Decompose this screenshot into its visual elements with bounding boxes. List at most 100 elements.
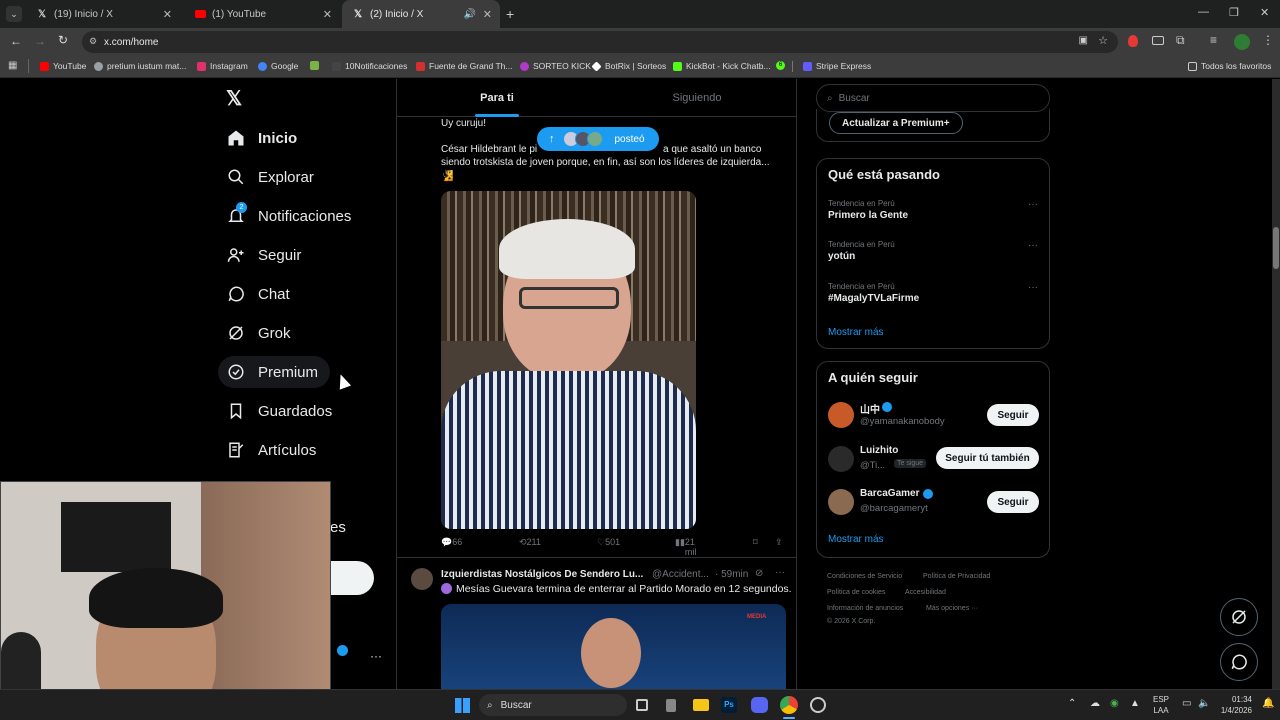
trend-item[interactable]: Tendencia en Perú Primero la Gente ··· [828, 199, 1038, 221]
bookmark-instagram[interactable]: Instagram [197, 61, 248, 71]
share-icon[interactable]: ⇪ [775, 537, 783, 548]
forward-icon[interactable]: → [34, 34, 46, 48]
taskbar-search[interactable]: ⌕ Buscar [479, 694, 627, 716]
messages-floating-button[interactable] [1220, 643, 1258, 681]
tab-inicio-x-2[interactable]: 𝕏 (2) Inicio / X 🔊 ✕ [342, 0, 500, 28]
tab-search-icon[interactable]: ≡ [1210, 33, 1217, 47]
search-input[interactable]: ⌕ Buscar [816, 84, 1050, 112]
trend-item[interactable]: Tendencia en Perú yotún ··· [828, 240, 1038, 262]
tweet-author[interactable]: Izquierdistas Nostálgicos De Sendero Lu.… [441, 569, 643, 580]
bookmark-youtube[interactable]: YouTube [40, 61, 86, 71]
nav-item-premium[interactable]: Premium [226, 355, 318, 389]
volume-icon[interactable]: 🔈 [1198, 698, 1210, 709]
more-icon[interactable]: ··· [775, 567, 785, 578]
bookmark-fuente-gta[interactable]: Fuente de Grand Th... [416, 61, 512, 71]
chrome-icon[interactable] [780, 696, 798, 714]
tweet-video[interactable]: MEDIA [441, 604, 786, 689]
suggestion-name[interactable]: 山中 [860, 401, 880, 416]
tweet-handle[interactable]: @Accident... [652, 569, 709, 580]
discord-icon[interactable] [751, 697, 768, 713]
follow-button[interactable]: Seguir [987, 491, 1039, 513]
footer-accessibility[interactable]: Accesibilidad [905, 589, 946, 596]
tab-youtube[interactable]: (1) YouTube ✕ [184, 0, 340, 28]
close-tab-icon[interactable]: ✕ [163, 8, 172, 21]
tab-siguiendo[interactable]: Siguiendo [597, 79, 797, 117]
like-action[interactable]: ♡ 501 [597, 537, 620, 548]
repost-action[interactable]: ⟲ 211 [519, 537, 541, 548]
grok-icon[interactable]: ⊘ [755, 568, 763, 579]
bookmark-10notificaciones[interactable]: 10Notificaciones [332, 61, 407, 71]
photoshop-icon[interactable]: Ps [721, 697, 737, 713]
network-icon[interactable]: ▭ [1182, 698, 1191, 709]
bookmark-sorteo-kick[interactable]: SORTEO KICK [520, 61, 591, 71]
extension-red-icon[interactable] [1128, 35, 1138, 47]
tray-icon[interactable]: ☁ [1090, 698, 1100, 709]
avatar[interactable] [828, 402, 854, 428]
windows-start-icon[interactable] [455, 698, 470, 713]
more-icon[interactable]: ··· [1028, 240, 1038, 251]
restore-icon[interactable]: ❐ [1229, 6, 1239, 19]
footer-more-options[interactable]: Más opciones ··· [926, 605, 978, 612]
premium-upgrade-button[interactable]: Actualizar a Premium+ [829, 112, 963, 134]
views-action[interactable]: ▮▮ 21 mil [675, 537, 696, 557]
app-icon[interactable] [666, 699, 676, 712]
tab-para-ti[interactable]: Para ti [397, 79, 597, 117]
minimize-icon[interactable]: — [1198, 6, 1209, 18]
profile-avatar[interactable] [1234, 34, 1250, 50]
tab-list-dropdown-icon[interactable]: ⌄ [6, 6, 22, 22]
suggestion-name[interactable]: Luizhito [860, 445, 898, 456]
tweet-video[interactable] [441, 191, 696, 529]
footer-cookies[interactable]: Política de cookies [827, 589, 885, 596]
language-indicator[interactable]: ESP LAA [1153, 694, 1169, 716]
back-icon[interactable]: ← [10, 34, 22, 48]
speaker-icon[interactable]: 🔊 [464, 9, 476, 20]
new-tab-icon[interactable]: + [506, 6, 514, 22]
tray-icon[interactable]: ▲ [1130, 698, 1140, 709]
extension-card-icon[interactable] [1152, 36, 1164, 45]
x-logo-icon[interactable]: 𝕏 [226, 89, 246, 109]
footer-terms[interactable]: Condiciones de Servicio [827, 573, 902, 580]
clock[interactable]: 01:34 1/4/2026 [1218, 694, 1252, 716]
account-more-icon[interactable]: ··· [370, 649, 382, 663]
bookmark-leaf[interactable] [310, 61, 323, 70]
bookmark-pretium[interactable]: pretium iustum mat... [94, 61, 186, 71]
menu-kebab-icon[interactable]: ⋮ [1262, 33, 1274, 47]
tab-inicio-x-1[interactable]: 𝕏 (19) Inicio / X ✕ [26, 0, 180, 28]
page-scrollbar[interactable] [1272, 79, 1280, 689]
trend-item[interactable]: Tendencia en Perú #MagalyTVLaFirme ··· [828, 282, 1038, 304]
close-tab-icon[interactable]: ✕ [483, 8, 492, 21]
more-icon[interactable]: ··· [1028, 282, 1038, 293]
bookmark-google[interactable]: Google [258, 61, 298, 71]
suggestion-name[interactable]: BarcaGamer [860, 488, 919, 499]
avatar[interactable] [411, 568, 433, 590]
bookmark-stripe[interactable]: Stripe Express [803, 61, 871, 71]
extensions-puzzle-icon[interactable]: ⧉ [1176, 33, 1185, 48]
show-more-link[interactable]: Mostrar más [828, 327, 884, 338]
bookmark-icon[interactable]: ⌑ [753, 537, 758, 548]
bookmark-all-favorites[interactable]: Todos los favoritos [1188, 61, 1271, 71]
site-info-icon[interactable]: ⚙ [89, 36, 97, 47]
install-app-icon[interactable]: ▣ [1079, 35, 1088, 46]
nav-item-seguir[interactable]: Seguir [226, 238, 301, 272]
nav-item-chat[interactable]: Chat [226, 277, 290, 311]
task-view-icon[interactable] [636, 699, 648, 711]
notification-center-icon[interactable]: 🔔 [1262, 698, 1274, 709]
address-bar[interactable]: ⚙ x.com/home ▣ ☆ [82, 31, 1118, 53]
scrollbar-thumb[interactable] [1273, 227, 1279, 269]
more-icon[interactable]: ··· [1028, 199, 1038, 210]
star-icon[interactable]: ☆ [1098, 34, 1108, 47]
show-new-posts-pill[interactable]: ↑ posteó [537, 127, 659, 151]
nav-item-notificaciones[interactable]: 2 Notificaciones [226, 199, 351, 233]
show-more-link[interactable]: Mostrar más [828, 534, 884, 545]
reload-icon[interactable]: ↻ [58, 33, 68, 47]
file-explorer-icon[interactable] [693, 699, 709, 711]
grok-floating-button[interactable] [1220, 598, 1258, 636]
nav-item-articulos[interactable]: Artículos [226, 433, 316, 467]
app-icon[interactable] [810, 697, 826, 713]
bookmark-6[interactable]: 6 [776, 61, 789, 70]
tweet-time[interactable]: · 59min [715, 569, 748, 580]
avatar[interactable] [828, 446, 854, 472]
window-close-icon[interactable]: ✕ [1260, 6, 1269, 19]
footer-privacy[interactable]: Política de Privacidad [923, 573, 990, 580]
tray-icon[interactable]: ◉ [1110, 698, 1119, 709]
